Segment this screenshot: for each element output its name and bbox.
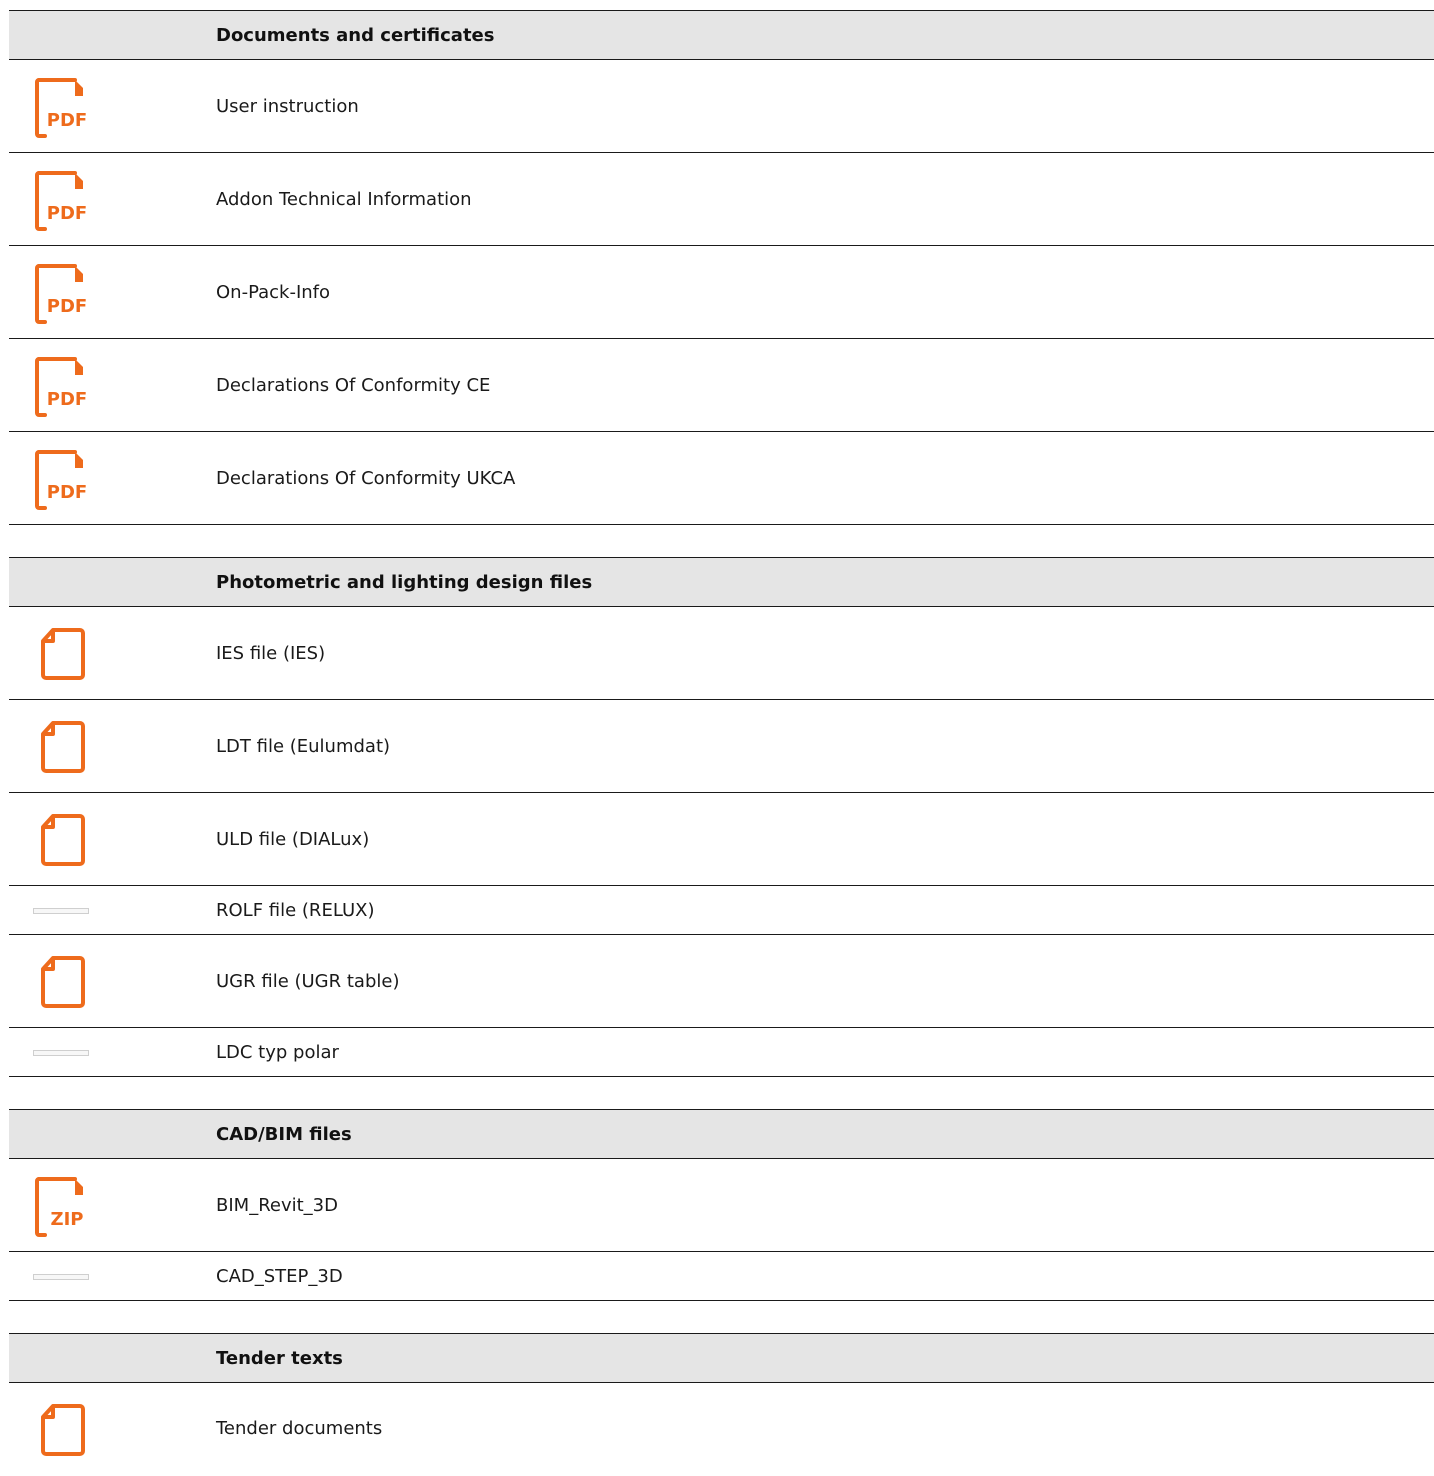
svg-text:PDF: PDF <box>47 389 87 410</box>
download-row[interactable]: Tender documents <box>9 1383 1434 1473</box>
section-title: Tender texts <box>216 1347 343 1369</box>
section-header: Tender texts <box>9 1333 1434 1383</box>
file-icon[interactable] <box>39 813 87 867</box>
section-title: CAD/BIM files <box>216 1123 352 1145</box>
download-label[interactable]: LDT file (Eulumdat) <box>216 736 390 757</box>
download-row[interactable]: IES file (IES) <box>9 607 1434 700</box>
download-label[interactable]: IES file (IES) <box>216 643 325 664</box>
download-label[interactable]: BIM_Revit_3D <box>216 1195 338 1216</box>
file-icon[interactable] <box>39 627 87 681</box>
download-label[interactable]: ROLF file (RELUX) <box>216 900 374 921</box>
file-icon[interactable] <box>39 1403 87 1457</box>
download-label[interactable]: LDC typ polar <box>216 1042 339 1063</box>
section-header: Documents and certificates <box>9 10 1434 60</box>
download-row[interactable]: UGR file (UGR table) <box>9 935 1434 1028</box>
section-tender: Tender texts Tender documents <box>9 1333 1434 1473</box>
svg-text:ZIP: ZIP <box>51 1209 84 1230</box>
svg-text:PDF: PDF <box>47 203 87 224</box>
download-row[interactable]: CAD_STEP_3D <box>9 1252 1434 1301</box>
download-row[interactable]: PDF Declarations Of Conformity UKCA <box>9 432 1434 525</box>
placeholder-icon <box>33 908 89 914</box>
download-label[interactable]: UGR file (UGR table) <box>216 971 399 992</box>
download-label[interactable]: ULD file (DIALux) <box>216 829 369 850</box>
svg-text:PDF: PDF <box>47 296 87 317</box>
svg-text:PDF: PDF <box>47 110 87 131</box>
pdf-icon[interactable]: PDF <box>33 448 93 512</box>
download-label[interactable]: Declarations Of Conformity UKCA <box>216 468 515 489</box>
placeholder-icon <box>33 1050 89 1056</box>
download-label[interactable]: User instruction <box>216 96 359 117</box>
pdf-icon[interactable]: PDF <box>33 76 93 140</box>
section-title: Photometric and lighting design files <box>216 571 593 593</box>
svg-text:PDF: PDF <box>47 482 87 503</box>
section-header: CAD/BIM files <box>9 1109 1434 1159</box>
download-label[interactable]: Addon Technical Information <box>216 189 472 210</box>
pdf-icon[interactable]: PDF <box>33 355 93 419</box>
download-row[interactable]: PDF Addon Technical Information <box>9 153 1434 246</box>
download-row[interactable]: ZIP BIM_Revit_3D <box>9 1159 1434 1252</box>
file-icon[interactable] <box>39 955 87 1009</box>
download-row[interactable]: ROLF file (RELUX) <box>9 886 1434 935</box>
section-documents: Documents and certificates PDF User inst… <box>9 10 1434 525</box>
download-label[interactable]: Tender documents <box>216 1418 382 1439</box>
download-row[interactable]: ULD file (DIALux) <box>9 793 1434 886</box>
placeholder-icon <box>33 1274 89 1280</box>
download-row[interactable]: LDC typ polar <box>9 1028 1434 1077</box>
download-label[interactable]: Declarations Of Conformity CE <box>216 375 490 396</box>
section-cad-bim: CAD/BIM files ZIP BIM_Revit_3D CAD_STEP_… <box>9 1109 1434 1301</box>
download-row[interactable]: LDT file (Eulumdat) <box>9 700 1434 793</box>
section-photometric: Photometric and lighting design files IE… <box>9 557 1434 1077</box>
downloads-list: Documents and certificates PDF User inst… <box>9 10 1434 1473</box>
file-icon[interactable] <box>39 720 87 774</box>
download-row[interactable]: PDF Declarations Of Conformity CE <box>9 339 1434 432</box>
section-header: Photometric and lighting design files <box>9 557 1434 607</box>
download-row[interactable]: PDF On-Pack-Info <box>9 246 1434 339</box>
section-title: Documents and certificates <box>216 24 495 46</box>
zip-icon[interactable]: ZIP <box>33 1175 93 1239</box>
download-label[interactable]: On-Pack-Info <box>216 282 330 303</box>
pdf-icon[interactable]: PDF <box>33 262 93 326</box>
download-row[interactable]: PDF User instruction <box>9 60 1434 153</box>
pdf-icon[interactable]: PDF <box>33 169 93 233</box>
download-label[interactable]: CAD_STEP_3D <box>216 1266 343 1287</box>
